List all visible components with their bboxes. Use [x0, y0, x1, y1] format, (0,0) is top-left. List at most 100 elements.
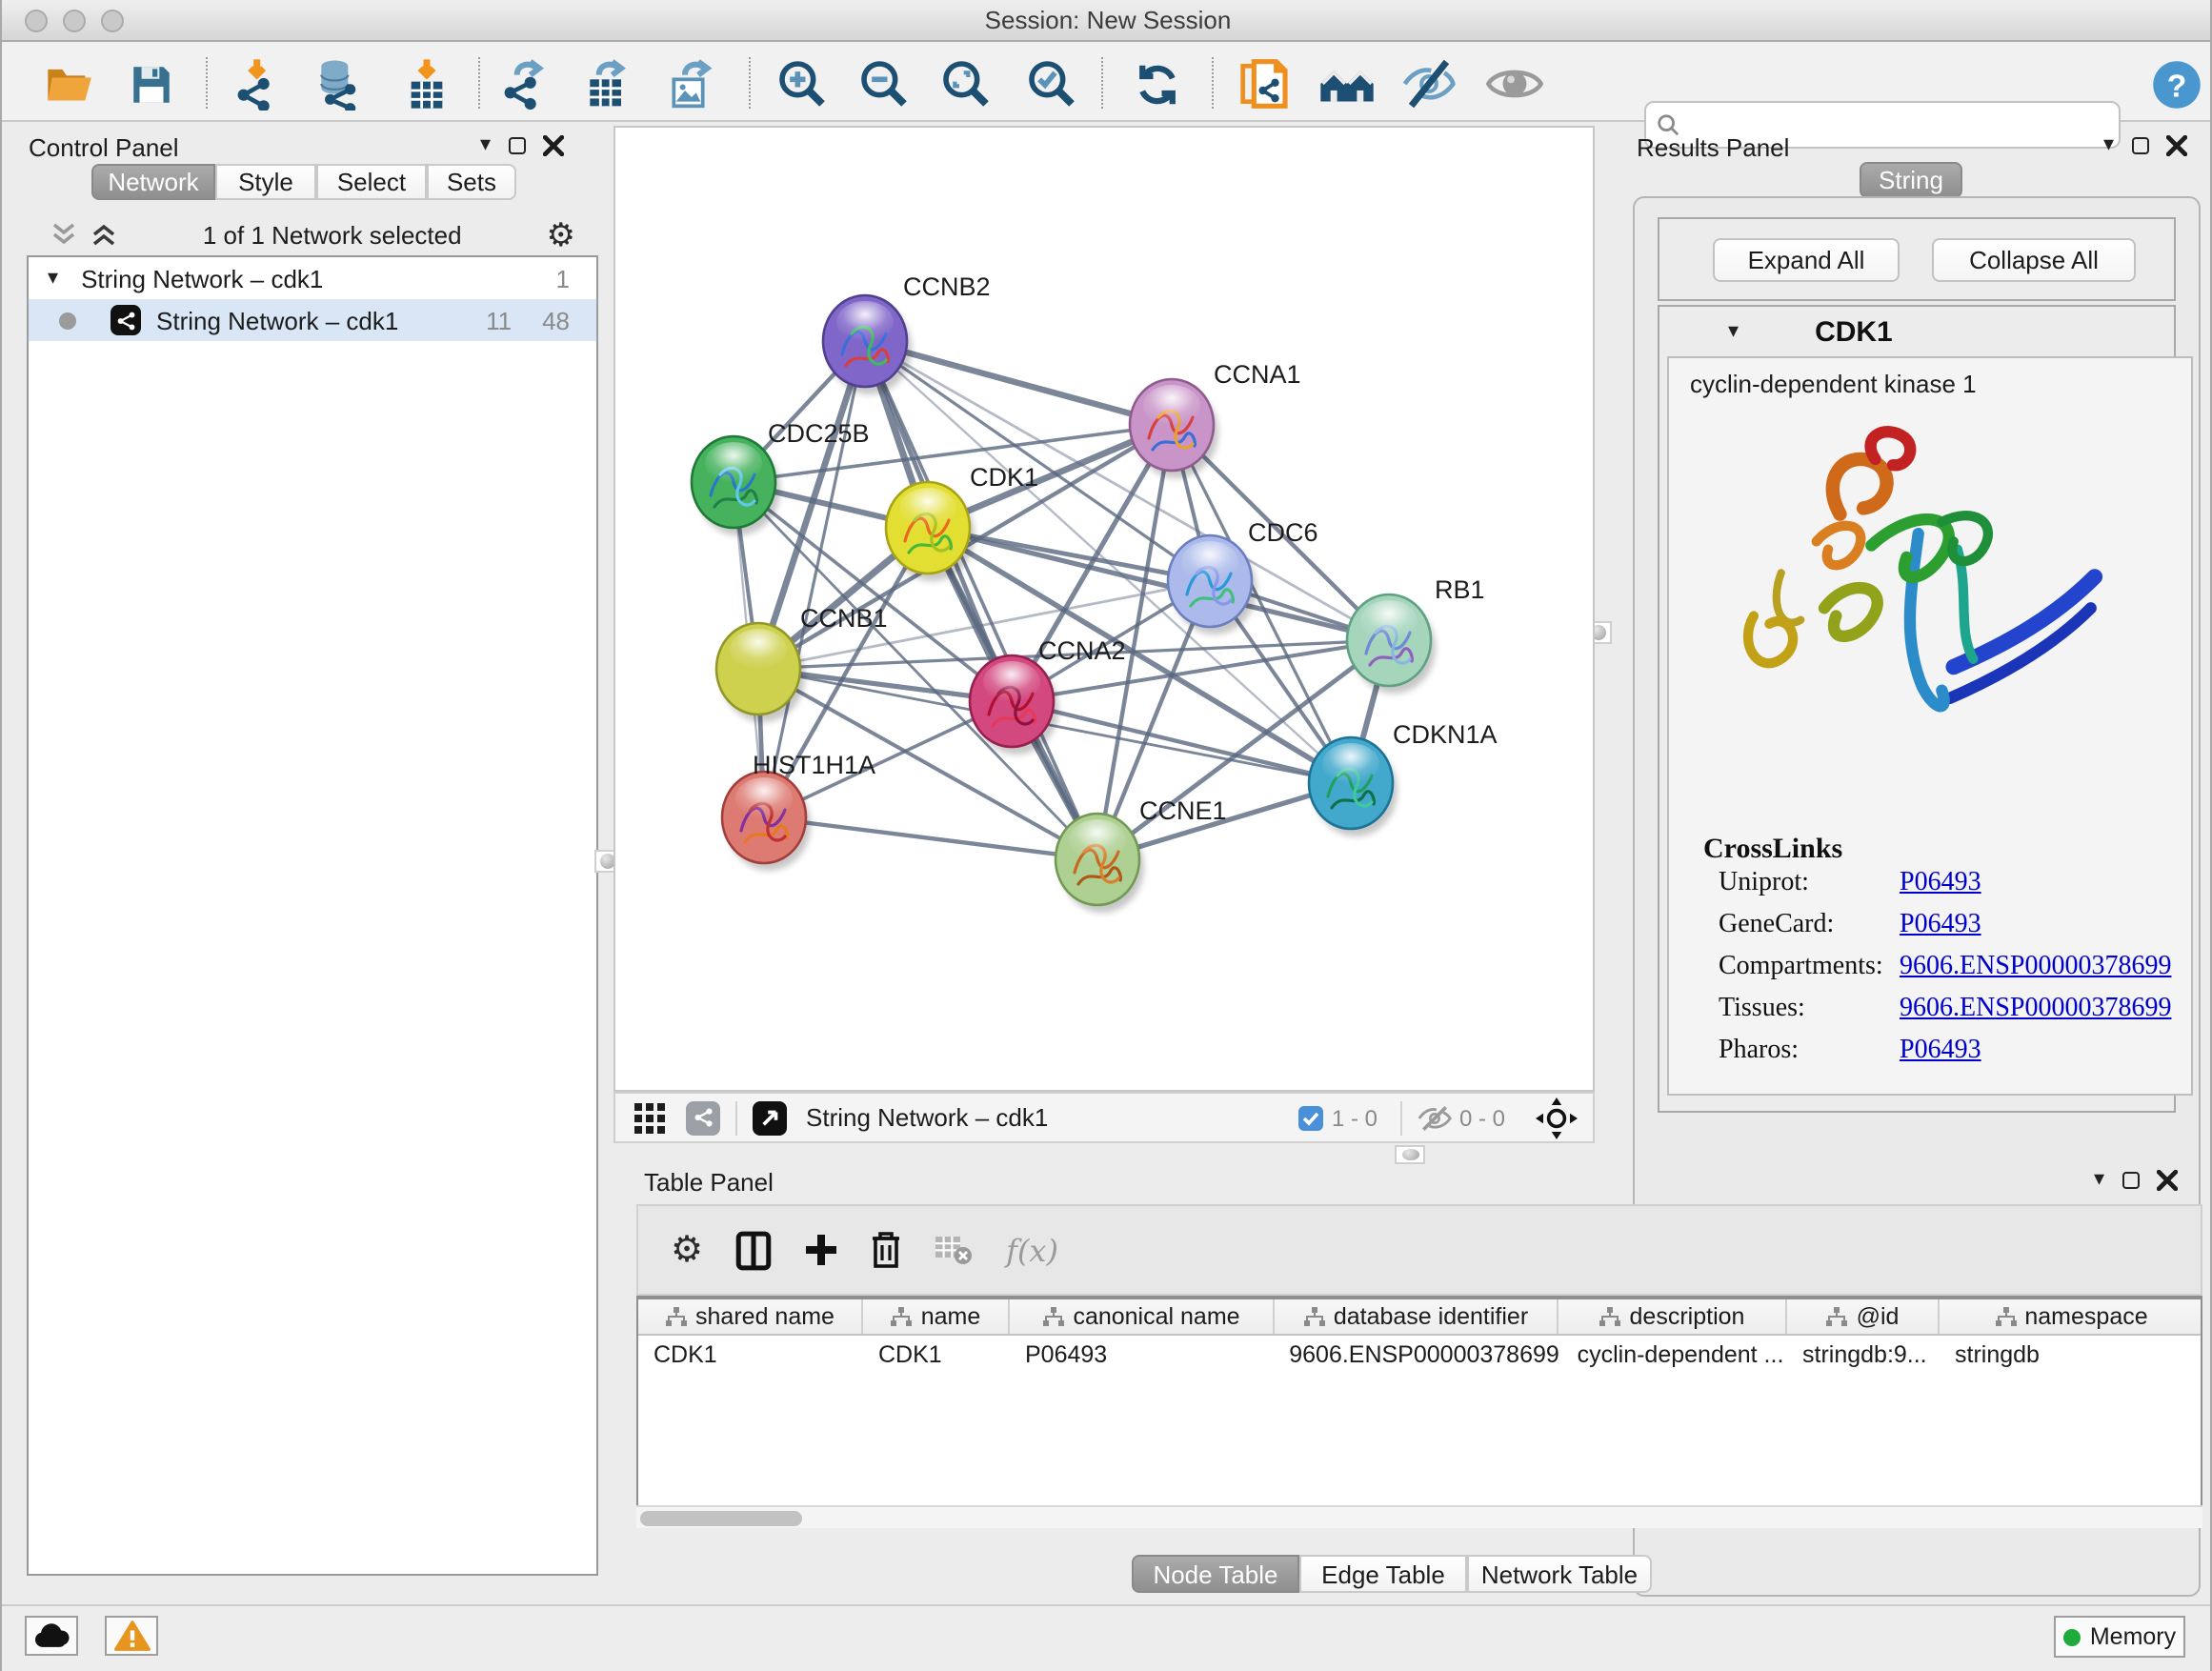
tab-network-table[interactable]: Network Table	[1467, 1555, 1652, 1593]
column-header--id[interactable]: @id	[1787, 1299, 1940, 1334]
tab-edge-table[interactable]: Edge Table	[1299, 1555, 1467, 1593]
table-options-gear-icon[interactable]: ⚙	[671, 1232, 703, 1268]
import-network-from-database-icon[interactable]	[311, 55, 368, 112]
cloud-button[interactable]	[25, 1616, 78, 1656]
network-view-canvas[interactable]: CCNB2CCNA1CDC25BCDK1CDC6RB1CCNB1CCNA2CDK…	[613, 126, 1595, 1092]
table-panel-float-icon[interactable]: ▾	[2094, 1170, 2104, 1191]
table-cell[interactable]: 9606.ENSP00000378699	[1275, 1336, 1558, 1374]
maximize-window-button[interactable]	[101, 10, 124, 32]
help-icon[interactable]: ?	[2147, 55, 2204, 112]
column-header-description[interactable]: description	[1558, 1299, 1787, 1334]
collapse-all-chevron-icon[interactable]	[50, 221, 78, 248]
crosslink-label: Compartments:	[1719, 953, 1900, 983]
zoom-selected-icon[interactable]	[1023, 55, 1080, 112]
memory-button[interactable]: Memory	[2054, 1616, 2185, 1658]
network-node[interactable]: CCNB2	[823, 272, 991, 394]
import-network-from-file-icon[interactable]	[231, 55, 288, 112]
results-panel-close-icon[interactable]	[2165, 135, 2186, 156]
network-edge[interactable]	[764, 341, 865, 817]
clear-table-icon[interactable]	[934, 1235, 974, 1265]
results-panel-float-icon[interactable]: ▾	[2103, 135, 2114, 156]
expand-all-button[interactable]: Expand All	[1713, 238, 1900, 282]
tab-node-table[interactable]: Node Table	[1132, 1555, 1299, 1593]
network-node[interactable]: CDKN1A	[1309, 720, 1498, 836]
network-node[interactable]: RB1	[1347, 575, 1485, 694]
table-cell[interactable]: cyclin-dependent ...	[1558, 1336, 1787, 1374]
crosslink-link[interactable]: 9606.ENSP00000378699	[1900, 953, 2171, 983]
gene-disclosure-icon[interactable]: ▾	[1728, 321, 1739, 342]
network-collection-row[interactable]: ▾ String Network – cdk1 1	[29, 257, 596, 299]
tab-sets[interactable]: Sets	[427, 164, 516, 200]
table-cell[interactable]: stringdb	[1940, 1336, 2202, 1374]
refresh-icon[interactable]	[1128, 55, 1185, 112]
tab-network[interactable]: Network	[91, 164, 215, 200]
network-row[interactable]: String Network – cdk1 11 48	[29, 299, 596, 341]
crosslink-link[interactable]: P06493	[1900, 1037, 1981, 1067]
close-window-button[interactable]	[25, 10, 48, 32]
function-builder-icon[interactable]: f(x)	[1006, 1232, 1058, 1268]
export-image-icon[interactable]	[663, 55, 720, 112]
node-table[interactable]: shared namenamecanonical namedatabase id…	[636, 1296, 2202, 1528]
crosslink-link[interactable]: P06493	[1900, 869, 1981, 899]
toolbar-separator	[478, 57, 480, 109]
control-panel-close-icon[interactable]	[542, 135, 563, 156]
table-cell[interactable]: CDK1	[863, 1336, 1010, 1374]
network-options-gear-icon[interactable]: ⚙	[547, 218, 576, 251]
collection-disclosure-icon[interactable]: ▾	[48, 268, 58, 289]
table-horizontal-scrollbar[interactable]	[636, 1505, 2202, 1528]
table-panel-close-icon[interactable]	[2156, 1170, 2177, 1191]
zoom-fit-icon[interactable]	[937, 55, 995, 112]
results-panel-maximize-icon[interactable]	[2131, 137, 2148, 154]
create-column-icon[interactable]	[804, 1233, 838, 1267]
minimize-window-button[interactable]	[63, 10, 86, 32]
network-share-icon[interactable]	[686, 1100, 720, 1135]
tab-style[interactable]: Style	[215, 164, 316, 200]
column-header-name[interactable]: name	[863, 1299, 1010, 1334]
delete-column-icon[interactable]	[871, 1231, 901, 1269]
tab-select[interactable]: Select	[316, 164, 427, 200]
hidden-nodes-eye-icon[interactable]	[1418, 1104, 1452, 1131]
hide-unhide-icon[interactable]	[1400, 55, 1458, 112]
table-header-row: shared namenamecanonical namedatabase id…	[638, 1299, 2201, 1336]
import-table-from-file-icon[interactable]	[398, 55, 455, 112]
column-header-canonical-name[interactable]: canonical name	[1010, 1299, 1275, 1334]
collapse-all-button[interactable]: Collapse All	[1932, 238, 2136, 282]
column-header-database-identifier[interactable]: database identifier	[1275, 1299, 1558, 1334]
toggle-birds-eye-icon[interactable]	[1486, 55, 1543, 112]
table-row[interactable]: CDK1CDK1P064939606.ENSP00000378699cyclin…	[638, 1336, 2201, 1374]
scrollbar-thumb[interactable]	[640, 1511, 802, 1526]
network-node[interactable]: CCNE1	[1056, 796, 1227, 913]
crosslink-link[interactable]: 9606.ENSP00000378699	[1900, 995, 2171, 1025]
table-cell[interactable]: CDK1	[638, 1336, 863, 1374]
selected-nodes-checkbox-icon[interactable]	[1297, 1104, 1324, 1131]
export-network-icon[interactable]	[497, 55, 554, 112]
column-header-namespace[interactable]: namespace	[1940, 1299, 2202, 1334]
network-edge[interactable]	[865, 341, 1097, 859]
table-panel-maximize-icon[interactable]	[2122, 1172, 2139, 1189]
toolbar-separator	[749, 57, 751, 109]
table-cell[interactable]: stringdb:9...	[1787, 1336, 1940, 1374]
tab-string[interactable]: String	[1860, 162, 1962, 198]
save-session-icon[interactable]	[122, 55, 179, 112]
network-node[interactable]: CCNA1	[1130, 360, 1301, 478]
grid-view-icon[interactable]	[633, 1100, 667, 1135]
expand-all-chevron-icon[interactable]	[90, 221, 118, 248]
crosslink-link[interactable]: P06493	[1900, 911, 1981, 941]
open-session-icon[interactable]	[40, 55, 97, 112]
zoom-out-icon[interactable]	[855, 55, 913, 112]
table-cell[interactable]: P06493	[1010, 1336, 1275, 1374]
warning-button[interactable]	[105, 1616, 158, 1656]
export-table-icon[interactable]	[579, 55, 636, 112]
network-edge[interactable]	[764, 817, 1097, 859]
fit-selected-crosshair-icon[interactable]	[1536, 1097, 1578, 1138]
string-home-icon[interactable]	[1318, 55, 1376, 112]
share-document-icon[interactable]	[1237, 55, 1294, 112]
show-columns-icon[interactable]	[735, 1230, 772, 1270]
column-header-shared-name[interactable]: shared name	[638, 1299, 863, 1334]
open-in-new-window-icon[interactable]	[753, 1100, 787, 1135]
control-panel-float-icon[interactable]: ▾	[480, 135, 491, 156]
zoom-in-icon[interactable]	[774, 55, 831, 112]
control-panel-maximize-icon[interactable]	[508, 137, 525, 154]
network-node[interactable]: HIST1H1A	[722, 751, 875, 871]
title-bar[interactable]: Session: New Session	[2, 0, 2212, 42]
